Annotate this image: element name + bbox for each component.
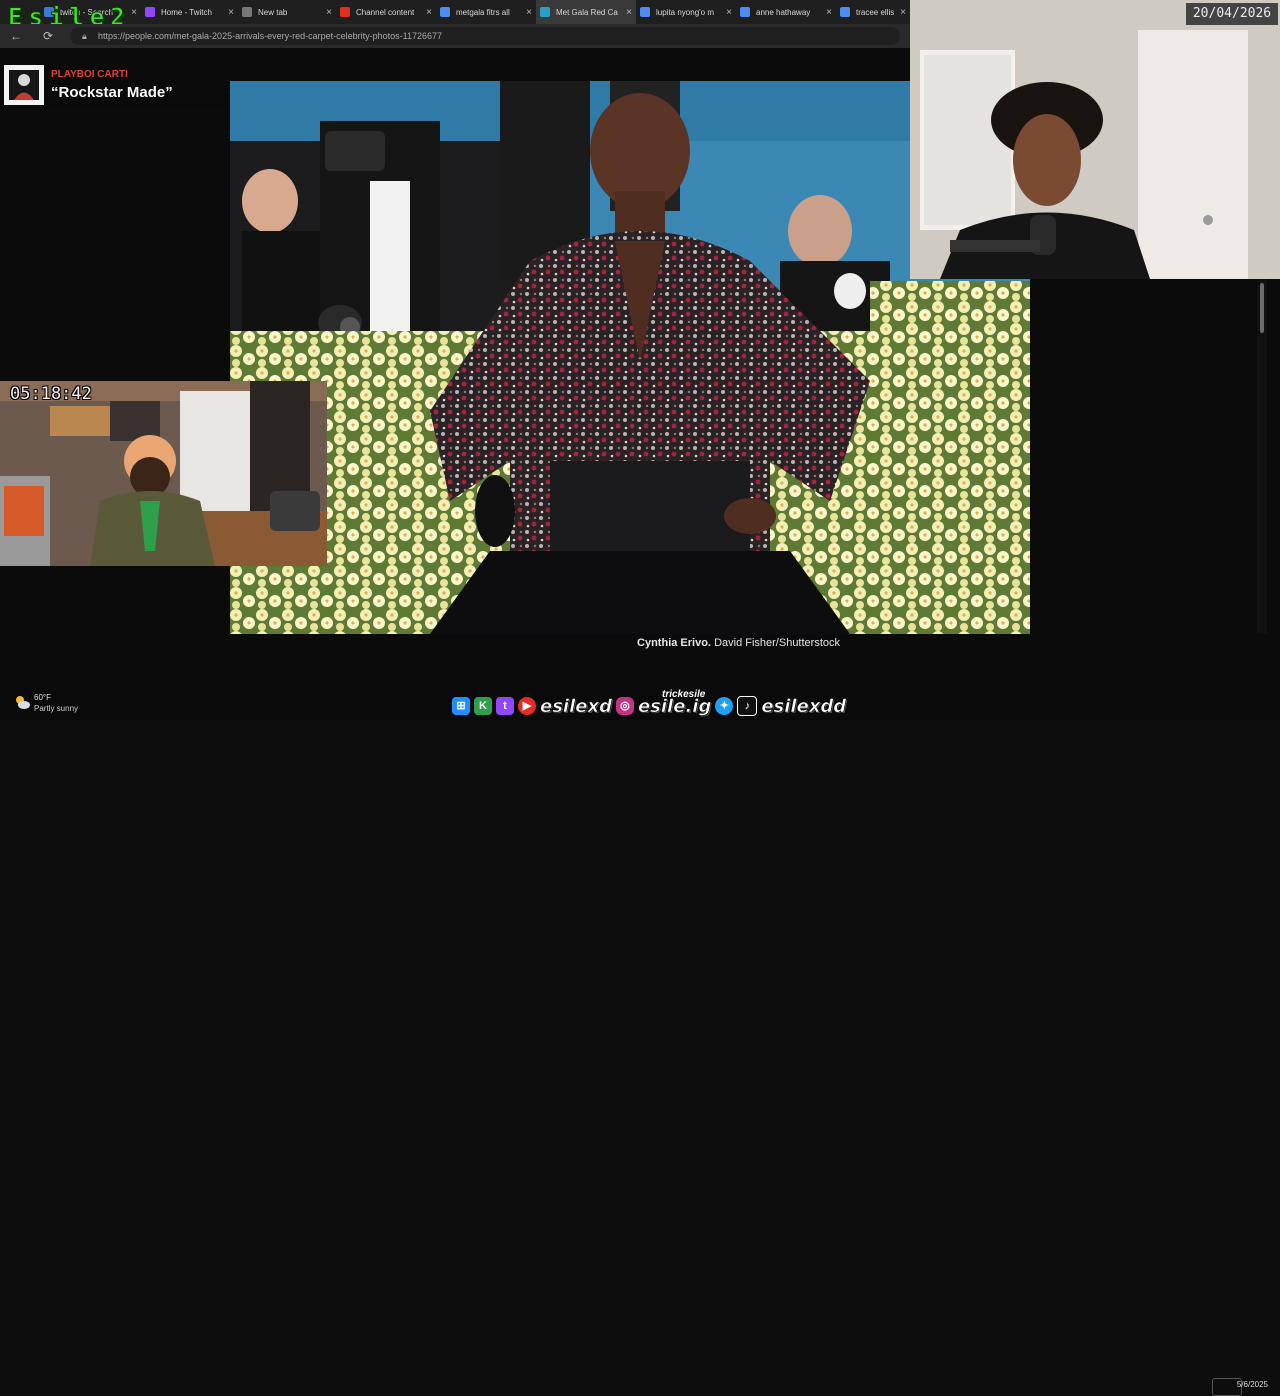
tab-close-icon[interactable]: ×: [522, 7, 536, 18]
taskbar-date: 5/6/2025: [1236, 1380, 1268, 1389]
date-display: 20/04/2026: [1186, 3, 1278, 25]
browser-tab[interactable]: anne hathaway ×: [736, 0, 836, 24]
browser-tab[interactable]: metgala fitrs all ×: [436, 0, 536, 24]
taskbar: 60°F Partly sunny ⊞ K t ▶ esilexd ◎ esil…: [0, 688, 1280, 1396]
kick-icon: K: [474, 697, 492, 715]
streamer-webcam: [910, 0, 1280, 279]
tab-close-icon[interactable]: ×: [322, 7, 336, 18]
weather-temperature: 60°F: [34, 693, 51, 702]
tiktok-icon: ♪: [737, 696, 758, 716]
browser-address-bar: ← ⟳ 🔒︎ https://people.com/met-gala-2025-…: [0, 24, 910, 48]
album-art: [4, 65, 44, 105]
tab-close-icon[interactable]: ×: [896, 7, 910, 18]
social-handles: ⊞ K t ▶ esilexd ◎ esile.ig ✦ ♪ esilexdd: [452, 693, 847, 719]
tab-favicon-icon: [640, 7, 650, 17]
browser-tab-bar: twitch - Search × Home - Twitch × New tab × Ch…: [0, 0, 910, 24]
tab-close-icon[interactable]: ×: [722, 7, 736, 18]
tab-close-icon[interactable]: ×: [822, 7, 836, 18]
browser-tab[interactable]: Home - Twitch ×: [141, 0, 238, 24]
tiktok-handle: trickesile: [662, 689, 706, 700]
browser-tab[interactable]: Met Gala Red Ca ×: [536, 0, 636, 24]
tab-label: Met Gala Red Ca: [556, 7, 618, 17]
stream-timer: 05:18:42: [10, 384, 92, 404]
secondary-webcam: [0, 381, 327, 566]
partly-sunny-icon: [16, 696, 30, 709]
weather-condition: Partly sunny: [34, 704, 79, 713]
browser-tab[interactable]: tracee ellis ros×: [836, 0, 910, 24]
tab-close-icon[interactable]: ×: [422, 7, 436, 18]
twitter-handle: esilexdd: [761, 695, 847, 717]
browser-tab[interactable]: New tab ×: [238, 0, 336, 24]
lock-icon: 🔒︎: [82, 31, 87, 41]
instagram-icon: ◎: [615, 697, 634, 715]
tab-label: metgala fitrs all: [456, 7, 510, 17]
caption-credit: David Fisher/Shutterstock: [714, 637, 840, 649]
page-scrollbar[interactable]: [1257, 279, 1267, 634]
tab-favicon-icon: [540, 7, 550, 17]
tab-label: tracee ellis ros: [856, 7, 896, 17]
scrollbar-thumb[interactable]: [1260, 283, 1264, 333]
youtube-icon: ▶: [518, 697, 536, 715]
browser-tab[interactable]: Channel content ×: [336, 0, 436, 24]
tab-favicon-icon: [440, 7, 450, 17]
tab-label: lupita nyong'o m: [656, 7, 715, 17]
tab-favicon-icon: [840, 7, 850, 17]
twitter-icon: ✦: [715, 697, 734, 715]
tab-favicon-icon: [340, 7, 350, 17]
photo-caption: Cynthia Erivo. David Fisher/Shutterstock: [230, 637, 840, 649]
back-icon[interactable]: ←: [8, 28, 24, 44]
twitch-icon: t: [496, 697, 514, 715]
youtube-handle: esilexd: [540, 695, 613, 717]
browser-tab[interactable]: lupita nyong'o m ×: [636, 0, 736, 24]
tab-label: Home - Twitch: [161, 7, 212, 17]
tab-favicon-icon: [242, 7, 252, 17]
reload-icon[interactable]: ⟳: [40, 28, 56, 44]
tab-close-icon[interactable]: ×: [622, 7, 636, 18]
url-input[interactable]: 🔒︎ https://people.com/met-gala-2025-arri…: [70, 27, 900, 45]
tab-favicon-icon: [740, 7, 750, 17]
tab-label: New tab: [258, 7, 288, 17]
tab-close-icon[interactable]: ×: [224, 7, 238, 18]
tab-favicon-icon: [145, 7, 155, 17]
tab-label: Channel content: [356, 7, 415, 17]
tab-label: anne hathaway: [756, 7, 811, 17]
windows-icon[interactable]: ⊞: [452, 697, 470, 715]
url-text: https://people.com/met-gala-2025-arrival…: [98, 31, 442, 41]
now-playing-song: “Rockstar Made”: [51, 84, 173, 101]
now-playing-widget: PLAYBOI CARTI “Rockstar Made”: [0, 62, 230, 108]
caption-name: Cynthia Erivo.: [637, 637, 711, 649]
taskbar-clock: 5/6/2025: [1228, 1379, 1268, 1390]
now-playing-artist: PLAYBOI CARTI: [51, 69, 128, 80]
